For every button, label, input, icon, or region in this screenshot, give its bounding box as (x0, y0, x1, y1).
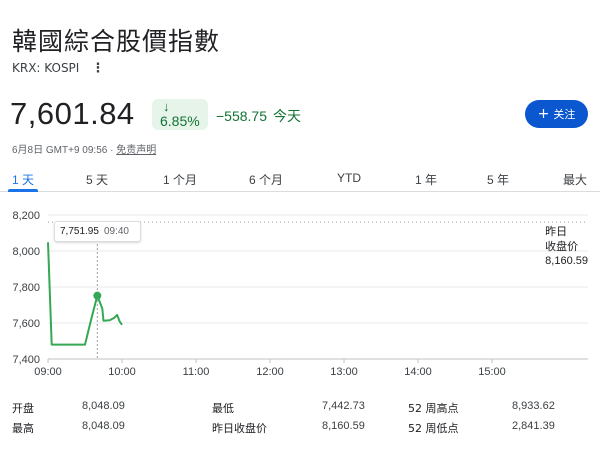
chart-tooltip: 7,751.95 09:40 (54, 221, 141, 242)
change-absolute: −558.75 今天 (216, 106, 301, 126)
ticker-row: KRX: KOSPI ⋮ (12, 61, 104, 75)
x-tick-label: 12:00 (256, 366, 284, 378)
timestamp-text: 6月8日 GMT+9 09:56 · (12, 145, 117, 156)
tab-5-years[interactable]: 5 年 (487, 171, 509, 188)
stat-label-high: 最高 (12, 422, 34, 435)
tooltip-time: 09:40 (103, 226, 129, 237)
x-tick-label: 14:00 (404, 366, 432, 378)
tab-1-month[interactable]: 1 个月 (163, 171, 197, 188)
tab-6-months[interactable]: 6 个月 (249, 171, 283, 188)
tab-1-year[interactable]: 1 年 (415, 171, 437, 188)
stat-label-open: 开盘 (12, 402, 34, 415)
quote-timestamp: 6月8日 GMT+9 09:56 · 免责声明 (12, 141, 156, 156)
stats-row: 最高 8,048.09 昨日收盘价 8,160.59 52 周低点 2,841.… (0, 420, 600, 436)
follow-button[interactable]: + 关注 (525, 100, 588, 128)
stat-value-open: 8,048.09 (82, 400, 125, 412)
stat-label-52w-low: 52 周低点 (408, 422, 459, 435)
x-tick-label: 15:00 (478, 366, 506, 378)
active-tab-indicator (8, 189, 38, 192)
y-tick-label: 7,600 (12, 318, 40, 330)
change-value: −558.75 (216, 108, 267, 124)
ticker-symbol: KRX: KOSPI (12, 61, 80, 75)
prev-close-value: 8,160.59 (545, 255, 588, 267)
previous-close-label: 昨日 收盘价 8,160.59 (545, 224, 588, 269)
change-percent: 6.85% (160, 113, 200, 129)
stat-label-low: 最低 (212, 402, 234, 415)
change-period: 今天 (273, 108, 301, 124)
x-tick-label: 10:00 (108, 366, 136, 378)
tooltip-value: 7,751.95 (60, 226, 99, 237)
disclaimer-link[interactable]: 免责声明 (116, 145, 156, 156)
follow-label: 关注 (553, 108, 576, 121)
price-line (47, 242, 123, 346)
stat-value-low: 7,442.73 (322, 400, 365, 412)
prev-close-line1: 昨日 (545, 225, 568, 238)
stat-label-prev-close: 昨日收盘价 (212, 422, 267, 435)
tab-ytd[interactable]: YTD (337, 171, 361, 185)
range-tabs: 1 天 5 天 1 个月 6 个月 YTD 1 年 5 年 最大 (0, 168, 600, 192)
plus-icon: + (537, 106, 550, 122)
tab-1-day[interactable]: 1 天 (12, 171, 34, 188)
x-tick-label: 11:00 (183, 366, 210, 378)
x-tick-label: 13:00 (330, 366, 358, 378)
stat-value-52w-low: 2,841.39 (512, 420, 555, 432)
stat-value-high: 8,048.09 (82, 420, 125, 432)
tab-5-days[interactable]: 5 天 (86, 171, 108, 188)
stat-value-prev-close: 8,160.59 (322, 420, 365, 432)
y-tick-label: 8,200 (12, 210, 40, 222)
change-percent-badge: ↓ 6.85% (152, 99, 208, 130)
arrow-down-icon: ↓ (163, 99, 170, 114)
y-tick-label: 7,800 (12, 282, 40, 294)
page-title: 韓國綜合股價指數 (12, 27, 221, 56)
current-price: 7,601.84 (10, 96, 135, 131)
stat-label-52w-high: 52 周高点 (408, 402, 459, 415)
hover-point (93, 291, 102, 300)
stat-value-52w-high: 8,933.62 (512, 400, 555, 412)
prev-close-line2: 收盘价 (545, 240, 579, 253)
tab-max[interactable]: 最大 (563, 171, 587, 188)
more-options-icon[interactable]: ⋮ (91, 62, 104, 75)
x-tick-label: 09:00 (34, 366, 62, 378)
y-tick-label: 8,000 (12, 246, 40, 258)
stats-row: 开盘 8,048.09 最低 7,442.73 52 周高点 8,933.62 (0, 400, 600, 416)
y-tick-label: 7,400 (12, 354, 40, 366)
